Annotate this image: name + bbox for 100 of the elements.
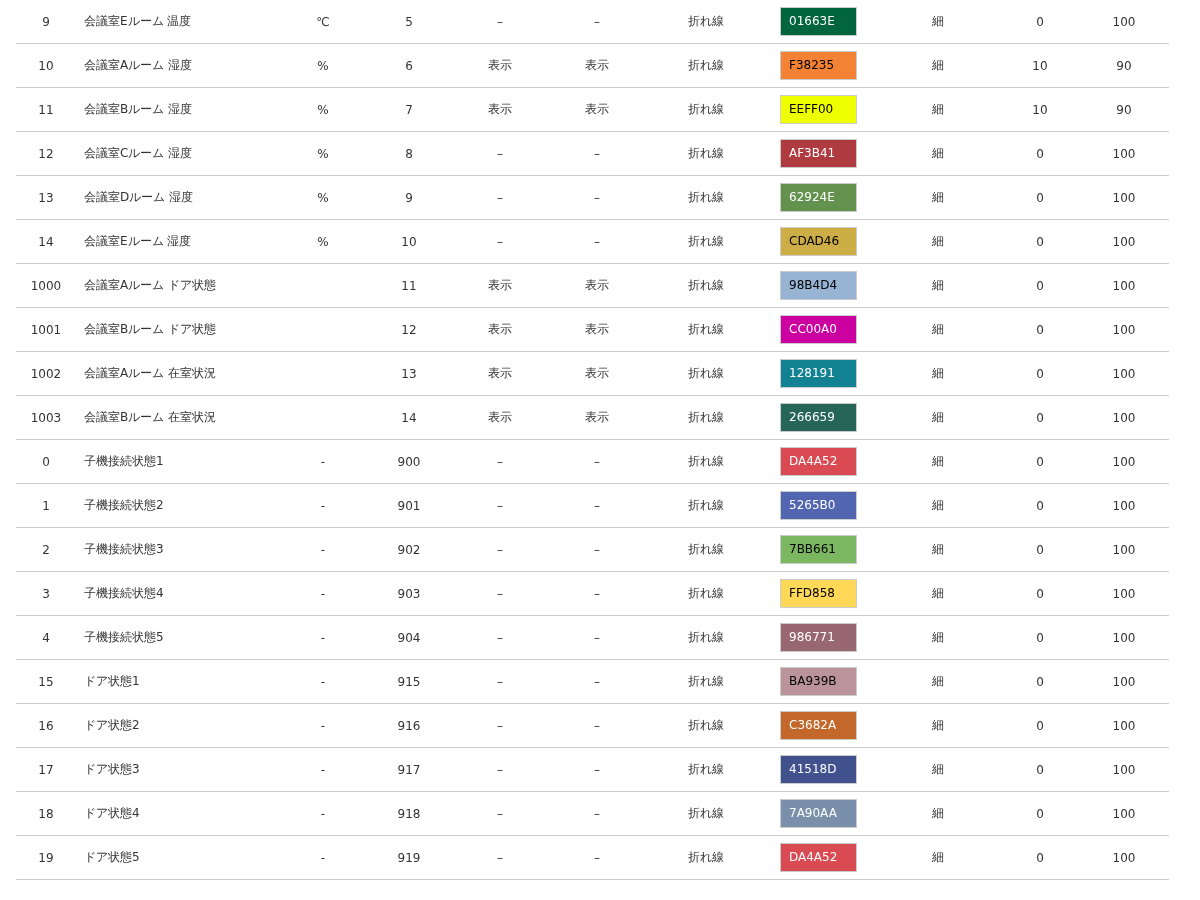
table-cell: 細 bbox=[932, 849, 944, 866]
table-cell: – bbox=[594, 146, 600, 161]
table-cell: 10 bbox=[1032, 102, 1048, 117]
table-cell: 18 bbox=[38, 806, 54, 821]
table-cell: 表示 bbox=[585, 409, 609, 426]
table-cell-text: 会議室Aルーム 湿度 bbox=[83, 57, 193, 74]
table-cell: – bbox=[497, 14, 503, 29]
table-cell: 0 bbox=[1036, 410, 1044, 425]
table-cell: 16 bbox=[38, 718, 54, 733]
table-cell: - bbox=[320, 762, 326, 777]
table-cell: 100 bbox=[1112, 674, 1136, 689]
table-cell: – bbox=[594, 762, 600, 777]
color-swatch: CDAD46 bbox=[780, 227, 857, 256]
table-cell: 15 bbox=[38, 674, 54, 689]
table-cell: 0 bbox=[42, 454, 50, 469]
table-cell: 折れ線 bbox=[688, 365, 724, 382]
table-cell: - bbox=[320, 586, 326, 601]
table-cell: % bbox=[317, 190, 329, 205]
table-cell: - bbox=[320, 454, 326, 469]
table-cell: 0 bbox=[1036, 850, 1044, 865]
table-cell: – bbox=[497, 850, 503, 865]
table-cell-text: ドア状態2 bbox=[83, 717, 140, 734]
table-cell-text: 会議室Bルーム 在室状況 bbox=[83, 409, 217, 426]
table-cell: – bbox=[594, 542, 600, 557]
color-swatch: 5265B0 bbox=[780, 491, 857, 520]
table-cell: 0 bbox=[1036, 454, 1044, 469]
table-cell: % bbox=[317, 58, 329, 73]
table-cell: – bbox=[497, 718, 503, 733]
table-cell: 表示 bbox=[488, 321, 512, 338]
table-cell: – bbox=[594, 806, 600, 821]
table-cell: 14 bbox=[38, 234, 54, 249]
table-cell: – bbox=[497, 586, 503, 601]
table-cell: 100 bbox=[1112, 850, 1136, 865]
table-cell: 14 bbox=[401, 410, 417, 425]
table-cell-text: 子機接続状態5 bbox=[83, 629, 164, 646]
table-cell: 表示 bbox=[585, 277, 609, 294]
table-cell: – bbox=[497, 674, 503, 689]
table-cell: 折れ線 bbox=[688, 189, 724, 206]
table-cell: 細 bbox=[932, 145, 944, 162]
table-cell-text: 会議室Aルーム 在室状況 bbox=[83, 365, 217, 382]
table-cell: 100 bbox=[1112, 542, 1136, 557]
color-swatch: 7BB661 bbox=[780, 535, 857, 564]
table-cell: % bbox=[317, 234, 329, 249]
table-cell: 表示 bbox=[585, 101, 609, 118]
table-cell: 折れ線 bbox=[688, 497, 724, 514]
table-cell: 12 bbox=[38, 146, 54, 161]
table-cell: 折れ線 bbox=[688, 585, 724, 602]
table-cell: 7 bbox=[405, 102, 413, 117]
table-cell: 9 bbox=[42, 14, 50, 29]
color-swatch: 7A90AA bbox=[780, 799, 857, 828]
table-cell: 折れ線 bbox=[688, 321, 724, 338]
table-cell: 100 bbox=[1112, 278, 1136, 293]
table-cell-text: 会議室Dルーム 湿度 bbox=[83, 189, 194, 206]
table-cell: 5 bbox=[405, 14, 413, 29]
table-cell: – bbox=[594, 14, 600, 29]
table-cell: 細 bbox=[932, 409, 944, 426]
color-swatch: EEFF00 bbox=[780, 95, 857, 124]
table-cell-text: 子機接続状態4 bbox=[83, 585, 164, 602]
table-cell: 17 bbox=[38, 762, 54, 777]
table-cell: – bbox=[594, 454, 600, 469]
table-cell: 細 bbox=[932, 585, 944, 602]
table-cell: 10 bbox=[38, 58, 54, 73]
table-cell: 折れ線 bbox=[688, 541, 724, 558]
table-cell: 細 bbox=[932, 189, 944, 206]
color-swatch: 266659 bbox=[780, 403, 857, 432]
table-cell: 0 bbox=[1036, 146, 1044, 161]
table-cell-text: 会議室Cルーム 湿度 bbox=[83, 145, 193, 162]
color-swatch: AF3B41 bbox=[780, 139, 857, 168]
table-cell: 1003 bbox=[30, 410, 62, 425]
table-cell: 1002 bbox=[30, 366, 62, 381]
table-cell: 3 bbox=[42, 586, 50, 601]
table-cell-text: 子機接続状態1 bbox=[83, 453, 164, 470]
table-cell: – bbox=[497, 454, 503, 469]
table-cell: - bbox=[320, 542, 326, 557]
table-cell: 0 bbox=[1036, 278, 1044, 293]
table-cell: 100 bbox=[1112, 718, 1136, 733]
table-cell: 表示 bbox=[585, 321, 609, 338]
table-cell: 0 bbox=[1036, 542, 1044, 557]
table-cell: 90 bbox=[1116, 58, 1132, 73]
table-cell: 916 bbox=[397, 718, 421, 733]
table-cell: 100 bbox=[1112, 190, 1136, 205]
table-cell: 折れ線 bbox=[688, 233, 724, 250]
table-cell-text: ドア状態4 bbox=[83, 805, 140, 822]
table-cell: 細 bbox=[932, 761, 944, 778]
table-cell: 折れ線 bbox=[688, 277, 724, 294]
table-cell: – bbox=[497, 762, 503, 777]
table-cell: 0 bbox=[1036, 762, 1044, 777]
table-cell: 1000 bbox=[30, 278, 62, 293]
table-cell: 細 bbox=[932, 365, 944, 382]
table-cell: 細 bbox=[932, 629, 944, 646]
table-cell: 0 bbox=[1036, 14, 1044, 29]
table-cell: 90 bbox=[1116, 102, 1132, 117]
table-cell: 折れ線 bbox=[688, 761, 724, 778]
table-cell-text: 子機接続状態2 bbox=[83, 497, 164, 514]
color-swatch: 986771 bbox=[780, 623, 857, 652]
table-cell: 0 bbox=[1036, 586, 1044, 601]
table-cell-text: 会議室Bルーム ドア状態 bbox=[83, 321, 217, 338]
table-cell: 0 bbox=[1036, 718, 1044, 733]
table-cell: 折れ線 bbox=[688, 57, 724, 74]
table-cell: – bbox=[497, 146, 503, 161]
